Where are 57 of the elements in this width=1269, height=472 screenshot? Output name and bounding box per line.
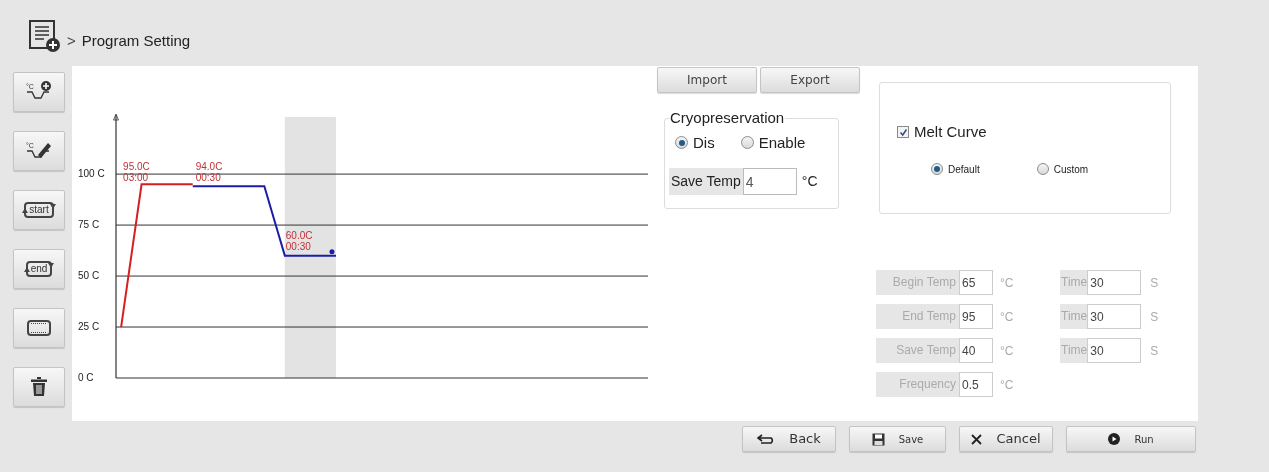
field-label: Time [1060, 338, 1088, 363]
axis-label: 75 C [78, 219, 100, 231]
radio-button[interactable] [675, 136, 688, 150]
field-label: Time [1060, 304, 1088, 329]
toolbar-button[interactable] [13, 367, 65, 407]
radio-label: Default [948, 162, 980, 177]
breadcrumb-separator: > [67, 30, 76, 51]
trash-icon [30, 377, 48, 397]
unit-label: S [1150, 274, 1159, 292]
checkbox[interactable] [897, 126, 909, 139]
unit-label: °C [1000, 342, 1015, 360]
file-button[interactable]: Import [657, 67, 757, 93]
axis-label: 100 C [78, 168, 105, 180]
action-button[interactable]: Cancel [959, 426, 1053, 452]
field-label: Save Temp [669, 168, 743, 195]
loop-start-icon: start [24, 202, 54, 218]
action-button[interactable]: Back [742, 426, 836, 452]
field-label: Time [1060, 270, 1088, 295]
axis-label: 25 C [78, 321, 100, 332]
radio-label: Custom [1053, 162, 1089, 177]
play-icon [1108, 433, 1121, 445]
field-label: Save Temp [876, 338, 959, 363]
group-title: Cryopreservation [669, 108, 786, 128]
field-label: Frequency [876, 372, 959, 397]
unit-label: °C [1000, 376, 1015, 394]
step-handle-dot[interactable] [329, 249, 335, 255]
document-plus-icon [29, 19, 61, 53]
return-arrow-icon [757, 434, 776, 444]
step-label: 60.0C 00:30 [285, 229, 313, 252]
checkbox-label: Melt Curve [914, 122, 987, 142]
field-label: End Temp [876, 304, 959, 329]
toolbar-button[interactable]: end [13, 249, 65, 289]
page-title: Program Setting [81, 30, 191, 51]
unit-label: S [1150, 342, 1159, 360]
radio-button[interactable] [1036, 163, 1049, 175]
close-icon [971, 433, 983, 445]
toolbar-button[interactable]: start [13, 190, 65, 230]
unit-label: °C [1000, 274, 1015, 292]
file-button[interactable]: Export [760, 67, 860, 93]
action-button[interactable]: Run [1066, 426, 1196, 452]
axis-label: 0 C [78, 372, 94, 383]
axis-label: 50 C [78, 270, 100, 282]
field-label: Begin Temp [876, 270, 959, 295]
step-label: 94.0C 00:30 [195, 161, 223, 184]
radio-button[interactable] [931, 163, 943, 175]
save-temp-field[interactable]: 4 [742, 168, 797, 195]
loop-icon [26, 319, 52, 337]
unit-label: °C [801, 172, 818, 191]
radio-label: Enable [758, 132, 806, 153]
unit-label: S [1150, 308, 1159, 326]
radio-button[interactable] [740, 136, 754, 150]
radio-label: Dis [693, 132, 715, 153]
action-button[interactable]: Save [849, 426, 946, 452]
toolbar-button[interactable] [13, 308, 65, 348]
loop-end-icon: end [25, 261, 53, 277]
step-label: 95.0C 03:00 [123, 161, 150, 184]
unit-label: °C [1000, 308, 1015, 326]
